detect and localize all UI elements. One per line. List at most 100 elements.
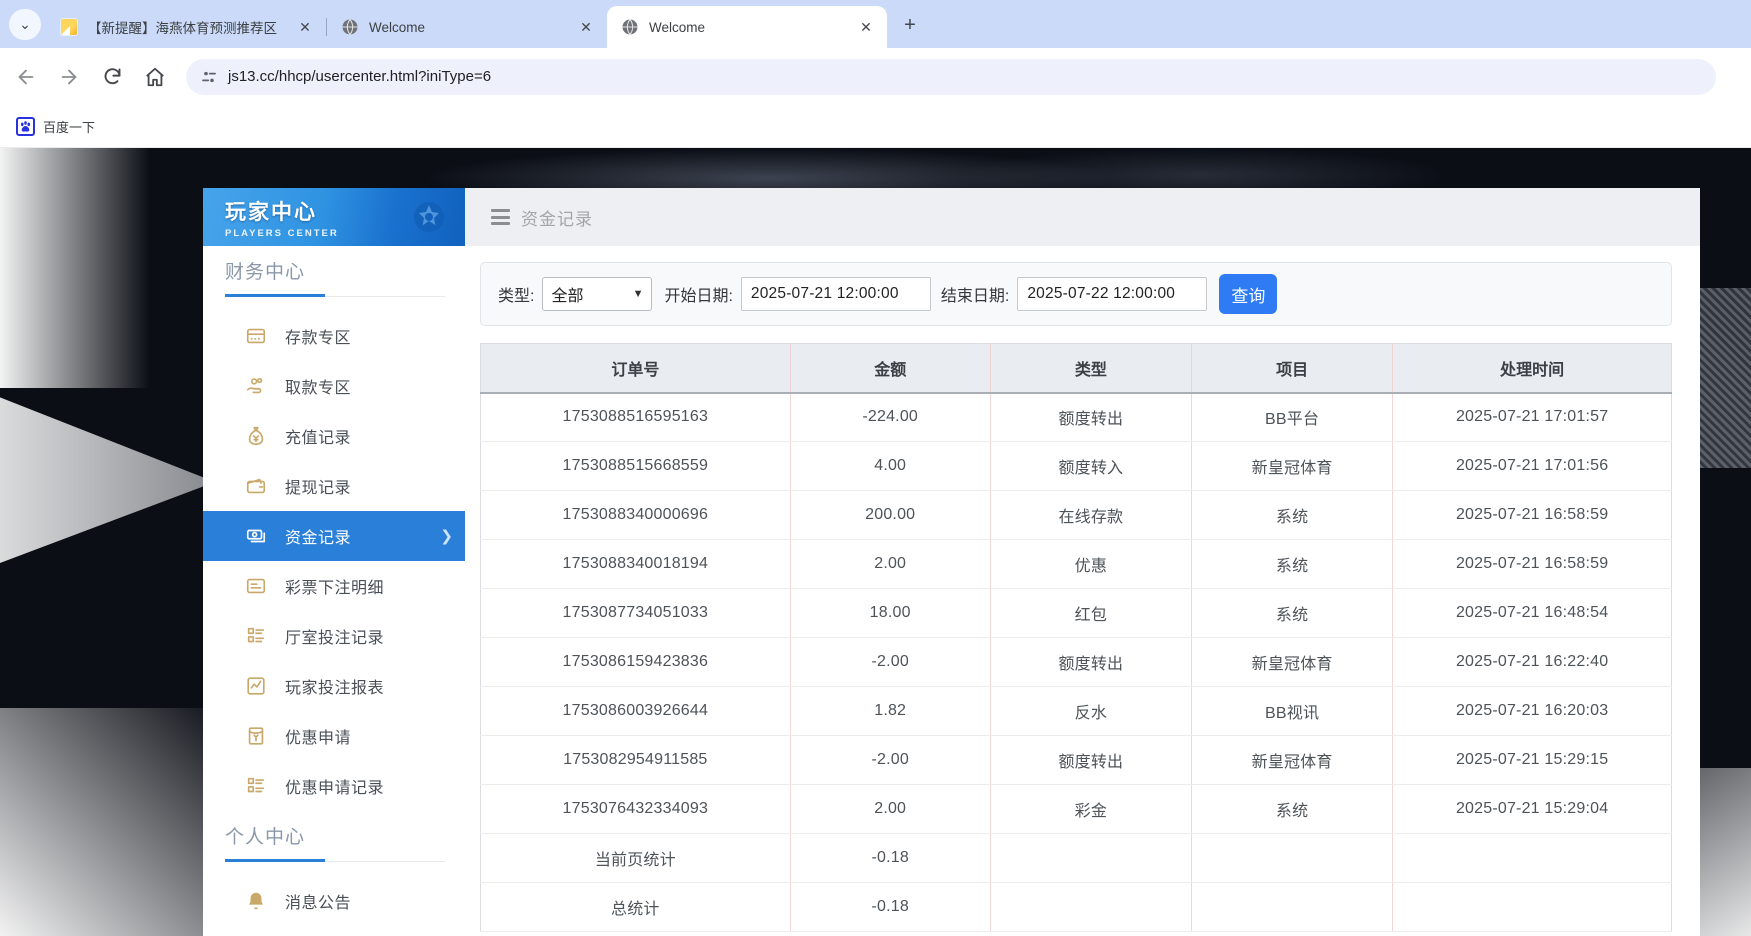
home-button[interactable] — [138, 60, 172, 94]
table-cell — [1393, 834, 1672, 883]
table-cell: 系统 — [1192, 589, 1393, 638]
tab-close-icon[interactable]: ✕ — [294, 16, 316, 38]
table-cell: 200.00 — [790, 491, 990, 540]
table-cell: 1753076432334093 — [481, 785, 791, 834]
start-date-input[interactable]: 2025-07-21 12:00:00 — [741, 277, 931, 311]
tab-close-icon[interactable]: ✕ — [855, 16, 877, 38]
table-cell: 额度转出 — [990, 638, 1191, 687]
tab-title: Welcome — [649, 20, 849, 35]
table-cell: 1.82 — [790, 687, 990, 736]
bookmarks-bar: 百度一下 — [0, 105, 1751, 148]
table-cell — [1192, 883, 1393, 932]
hand-coins-icon — [245, 375, 267, 397]
reload-button[interactable] — [95, 60, 129, 94]
column-header: 订单号 — [481, 344, 791, 393]
browser-tab-1[interactable]: Welcome ✕ — [327, 6, 607, 48]
table-cell: BB视讯 — [1192, 687, 1393, 736]
table-cell: 1753082954911585 — [481, 736, 791, 785]
table-cell: 2025-07-21 16:58:59 — [1393, 491, 1672, 540]
money-bag-icon — [245, 425, 267, 447]
sidebar-item-消息公告[interactable]: 消息公告 — [203, 876, 465, 926]
sidebar-item-优惠申请[interactable]: 优惠申请 — [203, 711, 465, 761]
table-row: 1753082954911585-2.00额度转出新皇冠体育2025-07-21… — [481, 736, 1672, 785]
bank-card-icon — [245, 325, 267, 347]
background-corner-light — [0, 708, 230, 936]
hamburger-icon[interactable] — [491, 209, 510, 225]
type-select-value: 全部 — [551, 282, 583, 306]
bell-icon — [245, 890, 267, 912]
table-cell: 总统计 — [481, 883, 791, 932]
sidebar-item-取款专区[interactable]: 取款专区 — [203, 361, 465, 411]
sidebar-item-充值记录[interactable]: 充值记录 — [203, 411, 465, 461]
table-cell: 额度转出 — [990, 393, 1191, 442]
table-row: 17530885156685594.00额度转入新皇冠体育2025-07-21 … — [481, 442, 1672, 491]
back-arrow-icon — [15, 66, 37, 88]
browser-tab-2[interactable]: Welcome ✕ — [607, 6, 887, 48]
banknotes-icon — [245, 525, 267, 547]
table-cell: 当前页统计 — [481, 834, 791, 883]
sidebar-item-资金记录[interactable]: 资金记录❯ — [203, 511, 465, 561]
sidebar-item-label: 存款专区 — [285, 324, 351, 348]
sidebar-item-厅室投注记录[interactable]: 厅室投注记录 — [203, 611, 465, 661]
web-page: 玩家中心 PLAYERS CENTER 财务中心存款专区取款专区充值记录提现记录… — [0, 148, 1751, 936]
table-cell: 新皇冠体育 — [1192, 442, 1393, 491]
bookmark-baidu[interactable]: 百度一下 — [16, 117, 95, 136]
table-cell: 2025-07-21 16:58:59 — [1393, 540, 1672, 589]
player-center-sidebar: 玩家中心 PLAYERS CENTER 财务中心存款专区取款专区充值记录提现记录… — [203, 188, 465, 936]
table-cell: 系统 — [1192, 785, 1393, 834]
section-divider — [225, 294, 445, 297]
main-content: 类型: 全部 ▼ 开始日期: 2025-07-21 12:00:00 结束日期:… — [465, 246, 1700, 932]
table-cell: 在线存款 — [990, 491, 1191, 540]
bookmark-label: 百度一下 — [43, 117, 95, 136]
sidebar-item-label: 提现记录 — [285, 474, 351, 498]
section-title: 个人中心 — [225, 823, 455, 853]
table-row: 175308773405103318.00红包系统2025-07-21 16:4… — [481, 589, 1672, 638]
sidebar-item-优惠申请记录[interactable]: 优惠申请记录 — [203, 761, 465, 811]
url-bar[interactable]: js13.cc/hhcp/usercenter.html?iniType=6 — [186, 59, 1716, 95]
table-cell: -224.00 — [790, 393, 990, 442]
table-cell: 2025-07-21 15:29:04 — [1393, 785, 1672, 834]
tab-title: Welcome — [369, 20, 569, 35]
tab-search-button[interactable]: ⌄ — [9, 9, 41, 40]
end-date-label: 结束日期: — [941, 282, 1009, 306]
site-info-icon[interactable] — [200, 68, 218, 86]
new-tab-button[interactable]: + — [897, 12, 923, 38]
url-text: js13.cc/hhcp/usercenter.html?iniType=6 — [228, 68, 491, 85]
table-cell: 1753086159423836 — [481, 638, 791, 687]
table-cell: -0.18 — [790, 883, 990, 932]
table-cell: 1753088340000696 — [481, 491, 791, 540]
sidebar-item-存款专区[interactable]: 存款专区 — [203, 311, 465, 361]
browser-window: ⌄ 【新提醒】海燕体育预测推荐区✕ Welcome ✕ Welcome ✕ + js13… — [0, 0, 1751, 936]
tab-close-icon[interactable]: ✕ — [575, 16, 597, 38]
browser-tab-0[interactable]: 【新提醒】海燕体育预测推荐区✕ — [46, 6, 326, 48]
table-row: 17530860039266441.82反水BB视讯2025-07-21 16:… — [481, 687, 1672, 736]
table-row: 总统计-0.18 — [481, 883, 1672, 932]
gamepad-icon — [409, 197, 449, 237]
table-row: 1753088516595163-224.00额度转出BB平台2025-07-2… — [481, 393, 1672, 442]
forward-button[interactable] — [52, 60, 86, 94]
sidebar-item-玩家投注报表[interactable]: 玩家投注报表 — [203, 661, 465, 711]
table-cell: BB平台 — [1192, 393, 1393, 442]
table-cell: -0.18 — [790, 834, 990, 883]
query-button[interactable]: 查询 — [1219, 274, 1277, 314]
table-cell — [990, 834, 1191, 883]
sidebar-menu: 财务中心存款专区取款专区充值记录提现记录资金记录❯彩票下注明细厅室投注记录玩家投… — [203, 246, 465, 926]
table-cell: 2.00 — [790, 785, 990, 834]
table-header-row: 订单号金额类型项目处理时间 — [481, 344, 1672, 393]
page-title: 资金记录 — [521, 205, 593, 230]
report-chart-icon — [245, 675, 267, 697]
column-header: 金额 — [790, 344, 990, 393]
table-cell — [990, 883, 1191, 932]
back-button[interactable] — [9, 60, 43, 94]
table-cell: 反水 — [990, 687, 1191, 736]
sidebar-item-提现记录[interactable]: 提现记录 — [203, 461, 465, 511]
select-chevron-icon: ▼ — [633, 288, 644, 300]
sidebar-item-彩票下注明细[interactable]: 彩票下注明细 — [203, 561, 465, 611]
table-cell: 1753088515668559 — [481, 442, 791, 491]
table-cell: 2025-07-21 17:01:56 — [1393, 442, 1672, 491]
end-date-input[interactable]: 2025-07-22 12:00:00 — [1017, 277, 1207, 311]
tabs-container: 【新提醒】海燕体育预测推荐区✕ Welcome ✕ Welcome ✕ — [46, 0, 887, 48]
table-cell: 额度转出 — [990, 736, 1191, 785]
type-select[interactable]: 全部 ▼ — [542, 277, 652, 311]
table-cell: 18.00 — [790, 589, 990, 638]
